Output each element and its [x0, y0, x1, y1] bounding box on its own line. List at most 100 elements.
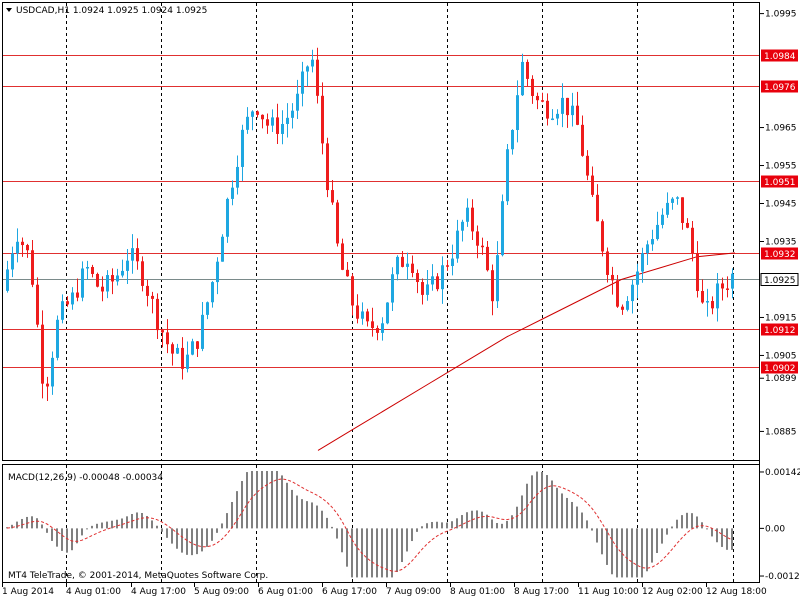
- candle-body: [176, 347, 179, 354]
- candle-body: [491, 270, 494, 302]
- macd-bar: [551, 480, 553, 529]
- macd-bar: [581, 512, 583, 529]
- candle-body: [676, 197, 679, 199]
- macd-bar: [656, 528, 658, 553]
- candle-body: [636, 271, 639, 285]
- macd-bar: [316, 505, 318, 529]
- macd-bar: [96, 523, 98, 529]
- macd-bar: [166, 528, 168, 538]
- level-label: 1.0932: [764, 250, 796, 260]
- candle-body: [446, 265, 449, 267]
- macd-bar: [726, 528, 728, 550]
- macd-bar: [496, 523, 498, 529]
- time-tick-label: 4 Aug 01:00: [66, 587, 121, 597]
- macd-bar: [556, 487, 558, 529]
- macd-bar: [566, 497, 568, 529]
- macd-bar: [91, 525, 93, 529]
- macd-bar: [371, 528, 373, 578]
- macd-bar: [121, 518, 123, 529]
- candle-body: [116, 275, 119, 282]
- macd-bar: [691, 513, 693, 529]
- time-tick-label: 5 Aug 09:00: [194, 587, 249, 597]
- macd-bar: [186, 528, 188, 555]
- macd-bar: [106, 521, 108, 529]
- macd-bar: [301, 499, 303, 529]
- macd-bar: [681, 515, 683, 529]
- candle-body: [681, 197, 684, 223]
- candle-body: [441, 265, 444, 290]
- candle-body: [166, 332, 169, 345]
- macd-bar: [376, 528, 378, 578]
- candle-body: [71, 292, 74, 305]
- candle-body: [671, 198, 674, 203]
- macd-bar: [356, 528, 358, 578]
- level-labels: 1.0984 1.0976 1.0951 1.0932 1.0912 1.0902: [761, 49, 798, 374]
- candle-body: [356, 305, 359, 319]
- chart-header: USDCAD,H1 1.0924 1.0925 1.0924 1.0925: [16, 6, 207, 16]
- macd-bar: [221, 523, 223, 529]
- macd-bar: [686, 512, 688, 529]
- time-tick-label: 11 Aug 10:00: [578, 587, 639, 597]
- macd-bar: [411, 528, 413, 542]
- candle-body: [531, 78, 534, 96]
- candle-body: [421, 282, 424, 295]
- macd-bar: [596, 528, 598, 543]
- macd-bar: [506, 520, 508, 529]
- chart-window[interactable]: 1.09951.09651.09551.09451.09351.09151.09…: [0, 0, 800, 600]
- candle-body: [86, 266, 89, 269]
- macd-bar: [291, 489, 293, 529]
- candle-body: [476, 231, 479, 246]
- candle-body: [656, 224, 659, 240]
- macd-bar: [661, 528, 663, 544]
- macd-bar: [16, 521, 18, 529]
- candle-body: [346, 269, 349, 277]
- macd-bar: [81, 528, 83, 536]
- candle-body: [426, 284, 429, 295]
- macd-bar: [541, 471, 543, 529]
- macd-bar: [346, 528, 348, 567]
- candle-body: [631, 284, 634, 302]
- candle-body: [306, 66, 309, 72]
- candle-body: [111, 275, 114, 282]
- candle-body: [541, 100, 544, 102]
- candle-body: [416, 272, 419, 283]
- macd-bar: [466, 512, 468, 529]
- current-price-label: 1.0925: [764, 276, 796, 286]
- candle-body: [601, 221, 604, 252]
- candle-body: [16, 241, 19, 254]
- candle-body: [616, 280, 619, 307]
- time-tick-label: 1 Aug 2014: [2, 587, 54, 597]
- candle-body: [316, 59, 319, 96]
- macd-bar: [341, 528, 343, 553]
- candle-body: [701, 291, 704, 303]
- candle-body: [91, 266, 94, 274]
- macd-bar: [321, 510, 323, 529]
- macd-bar: [161, 528, 163, 532]
- candle-body: [196, 341, 199, 349]
- macd-bar: [571, 501, 573, 529]
- candle-body: [216, 261, 219, 283]
- macd-bar: [651, 528, 653, 563]
- candle-body: [66, 301, 69, 305]
- candle-body: [181, 347, 184, 369]
- candle-body: [231, 187, 234, 199]
- macd-axis: 0.00142 0.00 -0.0012: [760, 468, 800, 582]
- macd-bar: [416, 528, 418, 532]
- candle-body: [361, 311, 364, 319]
- macd-bar: [46, 528, 48, 533]
- macd-bar: [191, 528, 193, 556]
- price-tick-label: 1.0885: [765, 427, 797, 437]
- candle-body: [496, 255, 499, 302]
- time-tick-label: 8 Aug 01:00: [450, 587, 505, 597]
- price-tick-label: 1.0899: [765, 374, 797, 384]
- time-tick-label: 8 Aug 17:00: [514, 587, 569, 597]
- candle-body: [591, 175, 594, 195]
- macd-bar: [61, 528, 63, 551]
- price-tick-label: 1.0995: [765, 10, 797, 20]
- candle-body: [461, 221, 464, 231]
- candle-body: [241, 129, 244, 167]
- macd-bar: [281, 475, 283, 529]
- macd-bar: [516, 506, 518, 529]
- price-panel[interactable]: [2, 2, 760, 461]
- macd-bar: [211, 528, 213, 541]
